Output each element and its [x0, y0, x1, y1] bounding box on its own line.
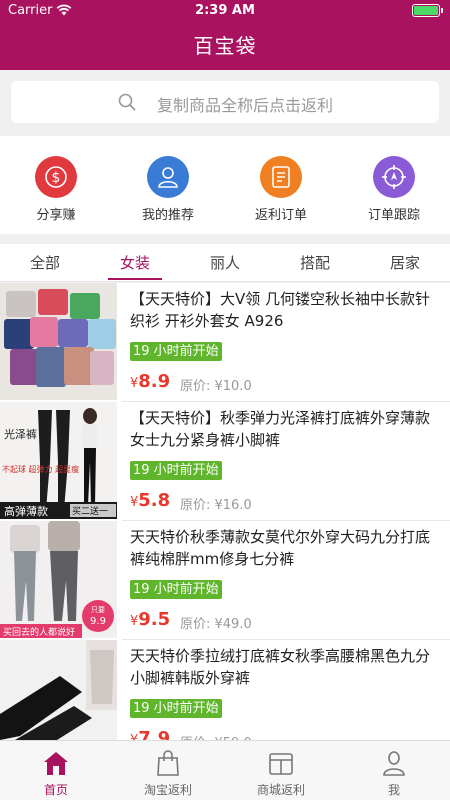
tabbar-me[interactable]: 我 [338, 741, 450, 800]
bottom-tab-bar: 首页 淘宝返利 商城返利 我 [0, 740, 450, 800]
price-row: ¥9.5 原价: ¥49.0 [130, 609, 252, 632]
dollar-icon: $ [35, 156, 77, 198]
status-bar: Carrier 2:39 AM [0, 0, 450, 22]
product-title: 【天天特价】大V领 几何镂空秋长袖中长款针织衫 开衫外套女 A926 [130, 290, 431, 330]
current-price: 9.5 [138, 609, 171, 630]
thumb-banner-text: 高弹薄款 [4, 504, 48, 518]
search-input[interactable]: 复制商品全称后点击返利 [11, 81, 439, 123]
thumb-promo-text: 买二送一 [72, 505, 108, 517]
price-row: ¥7.9 原价: ¥59.0 [130, 728, 252, 740]
thumb-side-text: 光泽裤 [4, 427, 37, 441]
shortcut-share-earn[interactable]: $ 分享赚 [0, 136, 112, 234]
product-card[interactable]: 光泽裤 不起球 超弹力 超显瘦 高弹薄款 买二送一 【天天特价】秋季弹力光泽裤打… [0, 402, 450, 521]
tab-beauty[interactable]: 丽人 [180, 252, 270, 273]
tabbar-mall-rebate[interactable]: 商城返利 [225, 741, 337, 800]
product-image[interactable]: 只要 9.9 买回去的人都说好 [0, 521, 117, 638]
tabbar-label: 商城返利 [256, 783, 305, 797]
search-icon [118, 93, 136, 111]
tabbar-taobao-rebate[interactable]: 淘宝返利 [112, 741, 224, 800]
order-icon [260, 156, 302, 198]
price-row: ¥8.9 原价: ¥10.0 [130, 371, 252, 394]
user-icon [147, 156, 189, 198]
category-tabs: 全部 女装 丽人 搭配 居家 [0, 244, 450, 282]
shortcut-label: 我的推荐 [141, 208, 194, 223]
price-row: ¥5.8 原价: ¥16.0 [130, 490, 252, 513]
original-price: 原价: ¥16.0 [180, 498, 252, 513]
battery-icon [412, 4, 443, 17]
search-placeholder: 复制商品全称后点击返利 [157, 96, 334, 115]
product-image[interactable] [0, 640, 117, 740]
current-price: 8.9 [138, 371, 171, 392]
mall-icon [269, 753, 293, 775]
product-card[interactable]: 【天天特价】大V领 几何镂空秋长袖中长款针织衫 开衫外套女 A926 19 小时… [0, 283, 450, 402]
thumb-feature-text: 不起球 超弹力 超显瘦 [2, 464, 79, 474]
countdown-badge: 19 小时前开始 [130, 461, 222, 480]
compass-icon [373, 156, 415, 198]
original-price: 原价: ¥10.0 [180, 379, 252, 394]
product-title: 天天特价季拉绒打底裤女秋季高腰棉黑色九分小脚裤韩版外穿裤 [130, 647, 431, 687]
page-title: 百宝袋 [193, 34, 257, 58]
thumb-badge-price: 9.9 [90, 616, 106, 627]
shortcut-order-tracking[interactable]: 订单跟踪 [338, 136, 450, 234]
original-price: 原价: ¥59.0 [180, 732, 252, 740]
tab-outfit[interactable]: 搭配 [270, 252, 360, 273]
home-icon [44, 752, 68, 775]
app-header: Carrier 2:39 AM 百宝袋 [0, 0, 450, 70]
shortcut-rebate-orders[interactable]: 返利订单 [225, 136, 337, 234]
thumb-badge-top: 只要 [91, 606, 105, 614]
profile-icon [383, 751, 405, 776]
tabbar-label: 淘宝返利 [143, 783, 192, 797]
tabbar-home[interactable]: 首页 [0, 741, 112, 800]
countdown-badge: 19 小时前开始 [130, 580, 222, 599]
tab-womens[interactable]: 女装 [90, 252, 180, 273]
countdown-badge: 19 小时前开始 [130, 699, 222, 718]
product-card[interactable]: 天天特价季拉绒打底裤女秋季高腰棉黑色九分小脚裤韩版外穿裤 19 小时前开始 ¥7… [0, 640, 450, 740]
current-price: 5.8 [138, 490, 171, 511]
tabbar-label: 我 [387, 783, 400, 797]
shopping-bag-icon [157, 750, 179, 776]
product-title: 天天特价秋季薄款女莫代尔外穿大码九分打底裤纯棉胖mm修身七分裤 [130, 528, 431, 568]
original-price: 原价: ¥49.0 [180, 617, 252, 632]
product-image[interactable]: 光泽裤 不起球 超弹力 超显瘦 高弹薄款 买二送一 [0, 402, 117, 519]
product-image[interactable] [0, 283, 117, 400]
active-tab-indicator [108, 278, 162, 280]
product-card[interactable]: 只要 9.9 买回去的人都说好 天天特价秋季薄款女莫代尔外穿大码九分打底裤纯棉胖… [0, 521, 450, 640]
shortcut-label: 分享赚 [36, 208, 76, 223]
tabbar-label: 首页 [43, 783, 68, 797]
status-time: 2:39 AM [195, 3, 255, 18]
search-area: 复制商品全称后点击返利 [0, 70, 450, 136]
current-price: 7.9 [138, 728, 171, 740]
countdown-badge: 19 小时前开始 [130, 342, 222, 361]
thumb-banner-text: 买回去的人都说好 [3, 626, 75, 638]
shortcut-grid: $ 分享赚 我的推荐 返利订单 订单跟踪 [0, 136, 450, 234]
tab-home[interactable]: 居家 [360, 252, 450, 273]
product-list: 【天天特价】大V领 几何镂空秋长袖中长款针织衫 开衫外套女 A926 19 小时… [0, 283, 450, 740]
shortcut-label: 订单跟踪 [367, 208, 420, 223]
product-title: 【天天特价】秋季弹力光泽裤打底裤外穿薄款女士九分紧身裤小脚裤 [130, 409, 431, 449]
shortcut-my-recommend[interactable]: 我的推荐 [112, 136, 224, 234]
tab-all[interactable]: 全部 [0, 252, 90, 273]
svg-text:$: $ [52, 170, 61, 186]
shortcut-label: 返利订单 [254, 208, 307, 223]
